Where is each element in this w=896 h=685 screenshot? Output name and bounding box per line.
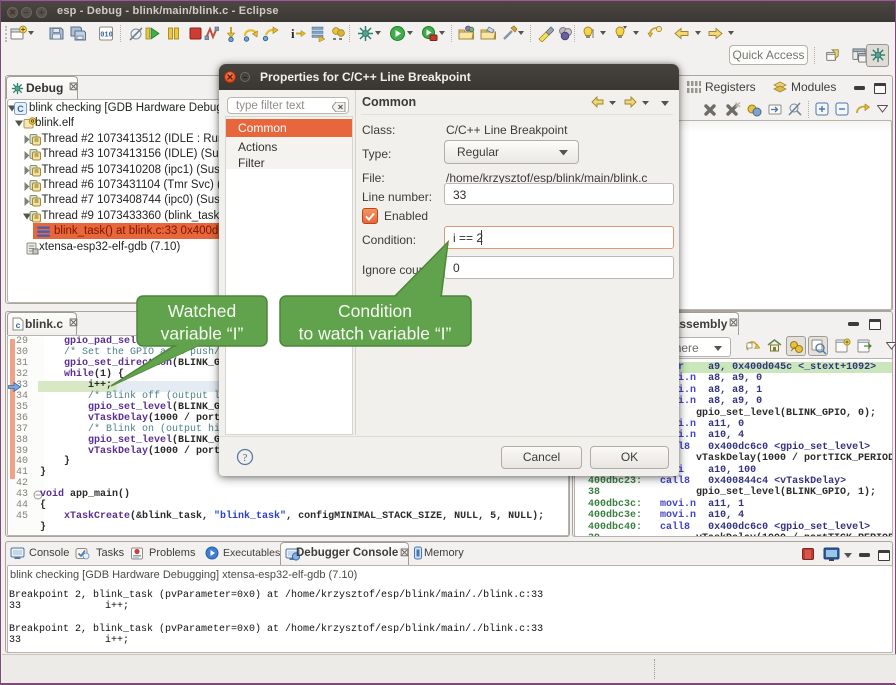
svg-text:i: i [291, 26, 295, 41]
svg-text:010: 010 [100, 32, 113, 40]
svg-text:C: C [17, 104, 24, 114]
svg-text:c: c [16, 320, 21, 330]
svg-text:?: ? [243, 452, 248, 464]
